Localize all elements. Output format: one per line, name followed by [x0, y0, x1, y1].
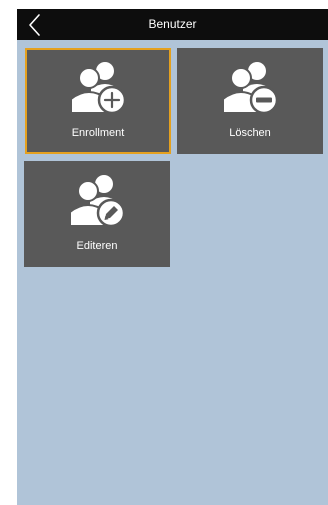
users-remove-icon [217, 59, 283, 115]
delete-label: Löschen [229, 127, 271, 139]
edit-tile[interactable]: Editeren [24, 161, 170, 267]
users-screen: Benutzer Enrollment Löschen Editeren [17, 9, 328, 505]
chevron-left-icon [29, 14, 40, 36]
header-bar: Benutzer [17, 9, 328, 40]
users-edit-icon [64, 172, 130, 228]
back-button[interactable] [23, 12, 49, 38]
users-add-icon [65, 59, 131, 115]
edit-label: Editeren [76, 240, 118, 252]
enrollment-label: Enrollment [71, 127, 125, 139]
delete-tile[interactable]: Löschen [177, 48, 323, 154]
page-title: Benutzer [148, 17, 197, 31]
enrollment-tile[interactable]: Enrollment [25, 48, 171, 154]
